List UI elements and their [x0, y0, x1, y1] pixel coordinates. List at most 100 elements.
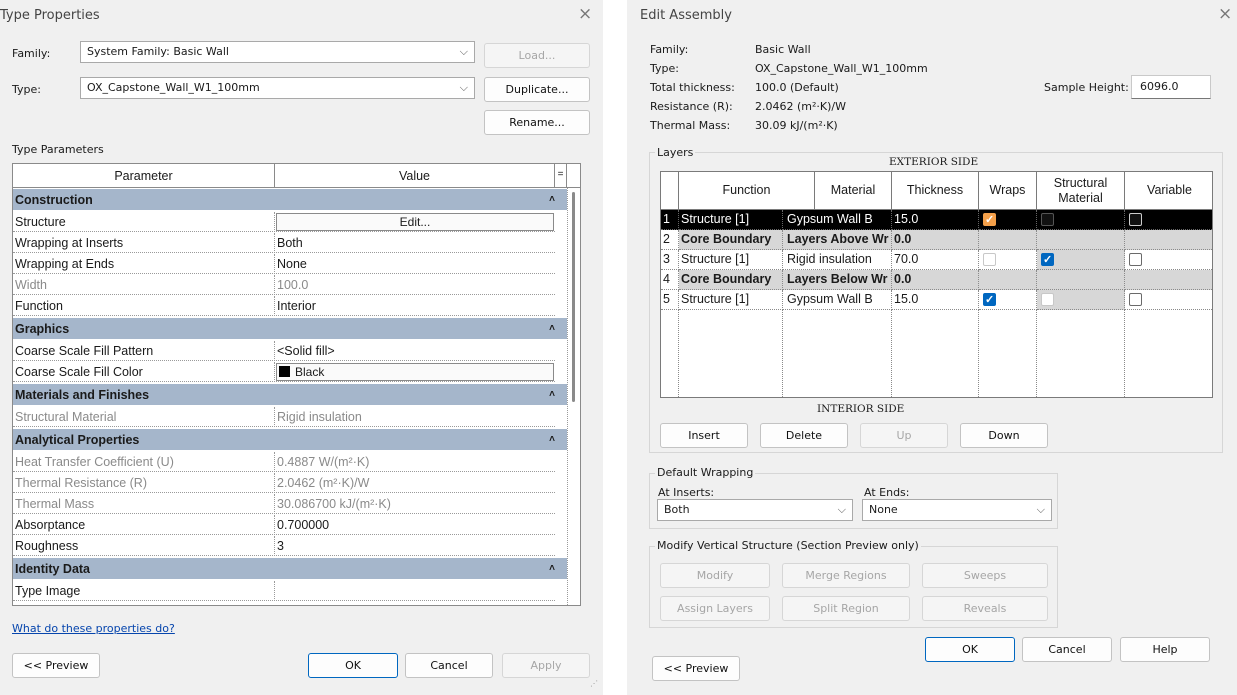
- wraps-checkbox[interactable]: ✓: [983, 293, 996, 306]
- split-region-button[interactable]: Split Region: [782, 596, 910, 621]
- param-row[interactable]: Wrapping at Inserts Both: [13, 233, 555, 253]
- sample-height-input[interactable]: 6096.0: [1131, 75, 1211, 99]
- layer-function[interactable]: Structure [1]: [679, 250, 783, 270]
- group-materials[interactable]: Materials and Finishes ˄: [13, 384, 567, 406]
- type-select[interactable]: OX_Capstone_Wall_W1_100mm ⌵: [80, 77, 475, 99]
- param-row[interactable]: Roughness 3: [13, 536, 555, 556]
- param-value[interactable]: None: [277, 254, 553, 274]
- group-identity[interactable]: Identity Data ˄: [13, 558, 567, 580]
- family-select[interactable]: System Family: Basic Wall ⌵: [80, 41, 475, 63]
- layer-material[interactable]: Gypsum Wall B: [783, 210, 892, 230]
- assembly-cancel-button[interactable]: Cancel: [1022, 637, 1112, 662]
- resize-grip-icon[interactable]: ⋰: [590, 680, 600, 692]
- reveals-button[interactable]: Reveals: [922, 596, 1048, 621]
- duplicate-button[interactable]: Duplicate...: [484, 77, 590, 102]
- layer-row-3[interactable]: 3 Structure [1] Rigid insulation 70.0 ✓: [661, 250, 1212, 270]
- insert-button[interactable]: Insert: [660, 423, 748, 448]
- collapse-icon[interactable]: ˄: [549, 429, 555, 451]
- rename-button[interactable]: Rename...: [484, 110, 590, 135]
- param-value[interactable]: 0.700000: [277, 515, 553, 535]
- layer-function[interactable]: Structure [1]: [679, 210, 783, 230]
- param-row[interactable]: Structure Edit...: [13, 212, 555, 232]
- collapse-icon[interactable]: ˄: [549, 189, 555, 211]
- variable-checkbox[interactable]: [1129, 213, 1142, 226]
- layer-function[interactable]: Structure [1]: [679, 290, 783, 310]
- layer-structural[interactable]: ✓: [1037, 250, 1125, 270]
- structural-checkbox[interactable]: [1041, 293, 1054, 306]
- group-analytical[interactable]: Analytical Properties ˄: [13, 429, 567, 451]
- layer-row-2[interactable]: 2 Core Boundary Layers Above Wr 0.0: [661, 230, 1212, 250]
- group-graphics[interactable]: Graphics ˄: [13, 318, 567, 340]
- up-button[interactable]: Up: [860, 423, 948, 448]
- param-row[interactable]: Coarse Scale Fill Pattern <Solid fill>: [13, 341, 555, 361]
- param-row[interactable]: Type Image: [13, 581, 555, 601]
- at-inserts-select[interactable]: Both ⌵: [657, 499, 853, 521]
- param-row[interactable]: Coarse Scale Fill Color Black: [13, 362, 555, 382]
- param-value[interactable]: Both: [277, 233, 553, 253]
- help-link[interactable]: What do these properties do?: [12, 622, 175, 635]
- sweeps-button[interactable]: Sweeps: [922, 563, 1048, 588]
- edit-structure-button[interactable]: Edit...: [276, 213, 554, 231]
- structural-checkbox[interactable]: [1041, 213, 1054, 226]
- collapse-icon[interactable]: ˄: [549, 558, 555, 580]
- grid-scrollbar[interactable]: [567, 188, 580, 605]
- col-header-value[interactable]: Value: [275, 164, 555, 188]
- modify-button[interactable]: Modify: [660, 563, 770, 588]
- type-properties-close-icon[interactable]: ×: [578, 4, 592, 24]
- layer-material[interactable]: Gypsum Wall B: [783, 290, 892, 310]
- layer-variable[interactable]: [1125, 290, 1212, 310]
- delete-button[interactable]: Delete: [760, 423, 848, 448]
- layer-row-5[interactable]: 5 Structure [1] Gypsum Wall B 15.0 ✓: [661, 290, 1212, 310]
- layer-structural[interactable]: [1037, 210, 1125, 230]
- layer-variable[interactable]: [1125, 210, 1212, 230]
- param-value[interactable]: 3: [277, 536, 553, 556]
- layer-material[interactable]: Rigid insulation: [783, 250, 892, 270]
- param-value[interactable]: <Solid fill>: [277, 341, 553, 361]
- at-ends-select[interactable]: None ⌵: [862, 499, 1052, 521]
- cancel-button[interactable]: Cancel: [405, 653, 493, 678]
- layer-structural[interactable]: [1037, 290, 1125, 310]
- load-button[interactable]: Load...: [484, 43, 590, 68]
- collapse-icon[interactable]: ˄: [549, 318, 555, 340]
- variable-checkbox[interactable]: [1129, 253, 1142, 266]
- param-row[interactable]: Function Interior: [13, 296, 555, 316]
- wraps-checkbox[interactable]: [983, 253, 996, 266]
- layer-thickness[interactable]: 0.0: [892, 230, 979, 250]
- layer-material[interactable]: Layers Above Wr: [783, 230, 892, 250]
- assembly-preview-button[interactable]: << Preview: [652, 656, 740, 681]
- col-header-parameter[interactable]: Parameter: [13, 164, 275, 188]
- layer-function[interactable]: Core Boundary: [679, 230, 783, 250]
- assembly-help-button[interactable]: Help: [1120, 637, 1210, 662]
- layer-row-1[interactable]: 1 Structure [1] Gypsum Wall B 15.0 ✓: [661, 210, 1212, 230]
- down-button[interactable]: Down: [960, 423, 1048, 448]
- merge-regions-button[interactable]: Merge Regions: [782, 563, 910, 588]
- param-value[interactable]: Interior: [277, 296, 553, 316]
- edit-assembly-close-icon[interactable]: ×: [1218, 4, 1232, 24]
- layer-function[interactable]: Core Boundary: [679, 270, 783, 290]
- collapse-icon[interactable]: ˄: [549, 384, 555, 406]
- param-row[interactable]: Wrapping at Ends None: [13, 254, 555, 274]
- layer-wraps[interactable]: ✓: [979, 290, 1037, 310]
- group-construction[interactable]: Construction ˄: [13, 189, 567, 211]
- layer-thickness[interactable]: 15.0: [892, 290, 979, 310]
- structural-checkbox[interactable]: ✓: [1041, 253, 1054, 266]
- scrollbar-thumb[interactable]: [572, 192, 575, 402]
- layer-thickness[interactable]: 70.0: [892, 250, 979, 270]
- assembly-ok-button[interactable]: OK: [925, 637, 1015, 662]
- fill-color-button[interactable]: Black: [276, 363, 554, 381]
- layer-material[interactable]: Layers Below Wr: [783, 270, 892, 290]
- col-header-equals[interactable]: =: [555, 164, 567, 188]
- layer-row-4[interactable]: 4 Core Boundary Layers Below Wr 0.0: [661, 270, 1212, 290]
- layer-wraps[interactable]: [979, 250, 1037, 270]
- layer-thickness[interactable]: 0.0: [892, 270, 979, 290]
- wraps-checkbox[interactable]: ✓: [983, 213, 996, 226]
- preview-button[interactable]: << Preview: [12, 653, 100, 678]
- layer-variable[interactable]: [1125, 250, 1212, 270]
- variable-checkbox[interactable]: [1129, 293, 1142, 306]
- apply-button[interactable]: Apply: [502, 653, 590, 678]
- param-row[interactable]: Absorptance 0.700000: [13, 515, 555, 535]
- layer-thickness[interactable]: 15.0: [892, 210, 979, 230]
- layer-wraps[interactable]: ✓: [979, 210, 1037, 230]
- ok-button[interactable]: OK: [308, 653, 398, 678]
- assign-layers-button[interactable]: Assign Layers: [660, 596, 770, 621]
